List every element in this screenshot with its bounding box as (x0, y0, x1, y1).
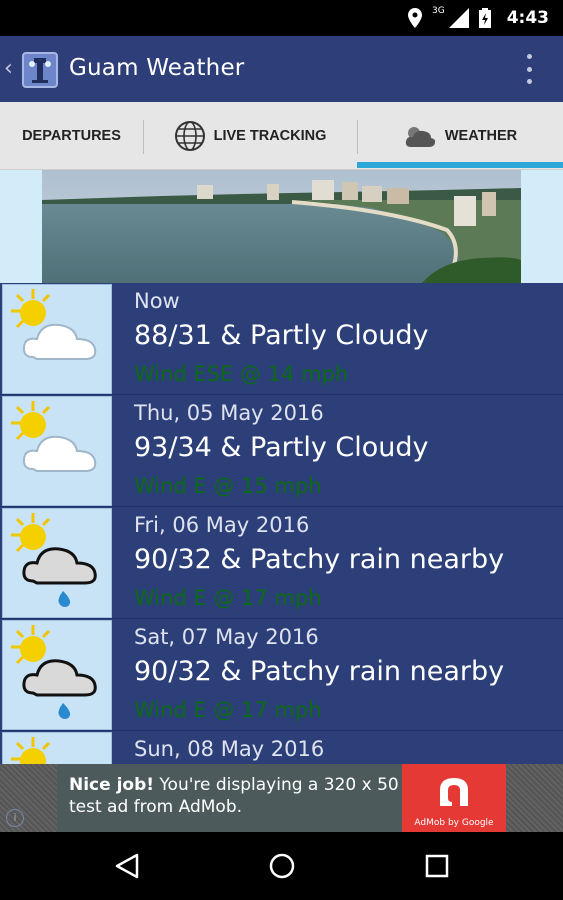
overflow-menu-icon[interactable] (527, 54, 533, 84)
tab-label: LIVE TRACKING (213, 128, 327, 144)
tab-bar: DEPARTURES LIVE TRACKING WEATHER (0, 102, 563, 170)
forecast-row[interactable]: Sun, 08 May 2016 (0, 731, 563, 764)
forecast-date: Sat, 07 May 2016 (134, 625, 319, 649)
network-type: 3G (432, 6, 445, 16)
forecast-date: Thu, 05 May 2016 (134, 401, 324, 425)
ad-headline: Nice job! (69, 775, 155, 795)
patchy-rain-icon (2, 620, 112, 730)
home-icon[interactable] (268, 852, 296, 880)
tab-weather[interactable]: WEATHER (357, 102, 563, 170)
forecast-list[interactable]: Now 88/31 & Partly Cloudy Wind ESE @ 14 … (0, 283, 563, 764)
recents-icon[interactable] (423, 852, 451, 880)
clock: 4:43 (506, 8, 549, 28)
back-chevron-icon[interactable]: ‹ (4, 56, 13, 81)
admob-logo[interactable]: AdMob by Google (402, 764, 506, 832)
forecast-summary: 93/34 & Partly Cloudy (134, 432, 429, 463)
tab-label: DEPARTURES (22, 128, 121, 144)
forecast-date: Now (134, 289, 180, 313)
admob-label: AdMob by Google (414, 818, 494, 828)
battery-icon (478, 8, 491, 28)
app-bar: ‹ Guam Weather (0, 36, 563, 102)
weather-content[interactable]: Now 88/31 & Partly Cloudy Wind ESE @ 14 … (0, 170, 563, 764)
app-title: Guam Weather (69, 55, 245, 81)
forecast-row[interactable]: Fri, 06 May 2016 90/32 & Patchy rain nea… (0, 507, 563, 619)
partly-cloudy-icon (2, 396, 112, 506)
globe-icon (174, 121, 205, 151)
tab-live-tracking[interactable]: LIVE TRACKING (143, 102, 357, 170)
tab-label: WEATHER (444, 128, 518, 144)
cloud-icon (405, 127, 436, 147)
ad-banner[interactable]: i Nice job! You're displaying a 320 x 50… (0, 764, 563, 832)
tab-departures[interactable]: DEPARTURES (0, 102, 143, 170)
tab-selected-indicator (357, 162, 563, 168)
guam-beach-photo (42, 170, 521, 283)
forecast-row[interactable]: Now 88/31 & Partly Cloudy Wind ESE @ 14 … (0, 283, 563, 395)
ad-content[interactable]: Nice job! You're displaying a 320 x 50 t… (57, 764, 506, 832)
forecast-row[interactable]: Thu, 05 May 2016 93/34 & Partly Cloudy W… (0, 395, 563, 507)
forecast-row[interactable]: Sat, 07 May 2016 90/32 & Patchy rain nea… (0, 619, 563, 731)
partly-cloudy-icon (2, 284, 112, 394)
forecast-wind: Wind E @ 17 mph (134, 698, 322, 722)
status-bar: 3G 4:43 (0, 0, 563, 36)
forecast-wind: Wind ESE @ 14 mph (134, 362, 349, 386)
forecast-date: Fri, 06 May 2016 (134, 513, 310, 537)
back-icon[interactable] (113, 852, 141, 880)
ad-info-icon[interactable]: i (6, 809, 24, 827)
forecast-wind: Wind E @ 17 mph (134, 586, 322, 610)
patchy-rain-icon (2, 508, 112, 618)
system-nav-bar (0, 832, 563, 900)
ad-text: Nice job! You're displaying a 320 x 50 t… (69, 774, 399, 818)
forecast-wind: Wind E @ 15 mph (134, 474, 322, 498)
app-logo[interactable] (22, 52, 58, 88)
signal-icon (448, 8, 469, 28)
location-icon (408, 8, 422, 28)
forecast-summary: 90/32 & Patchy rain nearby (134, 656, 505, 687)
forecast-date: Sun, 08 May 2016 (134, 737, 325, 761)
admob-icon (440, 778, 468, 806)
forecast-summary: 90/32 & Patchy rain nearby (134, 544, 505, 575)
forecast-summary: 88/31 & Partly Cloudy (134, 320, 429, 351)
partly-cloudy-icon (2, 732, 112, 764)
